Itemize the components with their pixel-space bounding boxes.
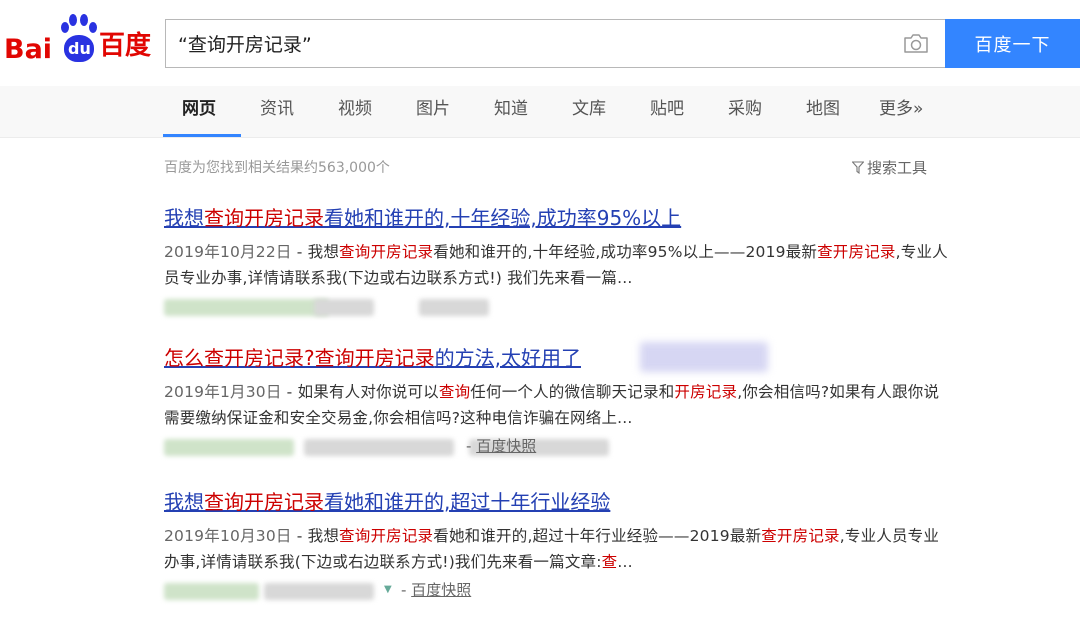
highlighted-keyword: 查询开房记录 bbox=[339, 527, 434, 545]
highlighted-keyword: 查 bbox=[601, 553, 618, 571]
text-segment: - 如果有人对你说可以 bbox=[281, 383, 439, 401]
logo-cn-text: 百度 bbox=[99, 31, 152, 61]
logo-du-text: du bbox=[68, 39, 91, 58]
tab-tieba[interactable]: 贴吧 bbox=[650, 98, 684, 136]
highlighted-keyword: 查询 bbox=[438, 383, 471, 401]
tab-purchase[interactable]: 采购 bbox=[728, 98, 762, 136]
tab-wenku[interactable]: 文库 bbox=[572, 98, 606, 136]
highlighted-keyword: 查询开房记录 bbox=[339, 243, 434, 261]
result-date: 2019年10月22日 bbox=[164, 243, 292, 261]
text-segment: - 我想 bbox=[291, 243, 340, 261]
text-segment: 任何一个人的微信聊天记录和 bbox=[470, 383, 675, 401]
result-date: 2019年10月30日 bbox=[164, 527, 292, 545]
search-result: 怎么查开房记录?查询开房记录的方法,太好用了 2019年1月30日 - 如果有人… bbox=[164, 345, 954, 459]
logo-bai-text: Bai bbox=[4, 34, 53, 65]
result-title-link[interactable]: 我想查询开房记录看她和谁开的,超过十年行业经验 bbox=[164, 489, 954, 515]
tab-images[interactable]: 图片 bbox=[416, 98, 450, 136]
highlighted-keyword: 查询开房记录 bbox=[204, 490, 324, 514]
blurred-url bbox=[304, 439, 454, 456]
result-abstract: 2019年10月22日 - 我想查询开房记录看她和谁开的,十年经验,成功率95%… bbox=[164, 239, 954, 291]
text-segment: - 我想 bbox=[291, 527, 340, 545]
text-segment: ... bbox=[617, 553, 633, 571]
tab-video[interactable]: 视频 bbox=[338, 98, 372, 136]
highlighted-keyword: 怎么查开房记录?查询开房记录 bbox=[164, 346, 435, 370]
result-title-link[interactable]: 我想查询开房记录看她和谁开的,十年经验,成功率95%以上 bbox=[164, 205, 954, 231]
active-tab-indicator bbox=[163, 134, 241, 137]
snapshot-link[interactable]: - 百度快照 bbox=[466, 435, 536, 456]
paw-icon: du bbox=[61, 13, 97, 63]
search-tools-button[interactable]: 搜索工具 bbox=[852, 157, 927, 178]
blurred-url bbox=[419, 299, 489, 316]
search-box bbox=[165, 19, 945, 68]
nav-tabs: 网页 资讯 视频 图片 知道 文库 贴吧 采购 地图 更多» bbox=[0, 86, 1080, 138]
text-segment: 我想 bbox=[164, 206, 204, 230]
result-url-row bbox=[164, 295, 954, 319]
search-tools-label: 搜索工具 bbox=[867, 159, 928, 177]
highlighted-keyword: 查开房记录 bbox=[817, 243, 896, 261]
result-abstract: 2019年1月30日 - 如果有人对你说可以查询任何一个人的微信聊天记录和开房记… bbox=[164, 379, 954, 431]
highlighted-keyword: 查询开房记录 bbox=[204, 206, 324, 230]
tab-news[interactable]: 资讯 bbox=[260, 98, 294, 136]
blurred-url bbox=[164, 583, 259, 600]
snapshot-link[interactable]: - 百度快照 bbox=[401, 579, 471, 600]
camera-icon[interactable] bbox=[903, 33, 929, 54]
search-button[interactable]: 百度一下 bbox=[945, 19, 1080, 68]
baidu-logo[interactable]: Bai du 百度 bbox=[4, 10, 154, 70]
text-segment: 看她和谁开的,超过十年行业经验——2019最新 bbox=[433, 527, 762, 545]
search-result: 我想查询开房记录看她和谁开的,超过十年行业经验 2019年10月30日 - 我想… bbox=[164, 489, 954, 603]
blurred-overlay bbox=[640, 342, 768, 372]
text-segment: 看她和谁开的,十年经验,成功率95%以上 bbox=[324, 206, 682, 230]
highlighted-keyword: 开房记录 bbox=[674, 383, 738, 401]
search-result: 我想查询开房记录看她和谁开的,十年经验,成功率95%以上 2019年10月22日… bbox=[164, 205, 954, 319]
text-segment: 我想 bbox=[164, 490, 204, 514]
result-count: 百度为您找到相关结果约563,000个 bbox=[164, 160, 390, 176]
text-segment: 看她和谁开的,超过十年行业经验 bbox=[324, 490, 611, 514]
result-abstract: 2019年10月30日 - 我想查询开房记录看她和谁开的,超过十年行业经验——2… bbox=[164, 523, 954, 575]
chevron-down-icon[interactable]: ▼ bbox=[384, 584, 392, 595]
blurred-url bbox=[164, 299, 329, 316]
result-url-row: - 百度快照 bbox=[164, 435, 954, 459]
tab-map[interactable]: 地图 bbox=[806, 98, 840, 136]
text-segment: 看她和谁开的,十年经验,成功率95%以上——2019最新 bbox=[433, 243, 818, 261]
highlighted-keyword: 查开房记录 bbox=[761, 527, 840, 545]
header: Bai du 百度 百度一下 bbox=[0, 0, 1080, 88]
tab-more[interactable]: 更多» bbox=[879, 98, 923, 136]
search-input[interactable] bbox=[178, 20, 878, 67]
blurred-url bbox=[314, 299, 374, 316]
tab-web[interactable]: 网页 bbox=[182, 98, 216, 136]
tab-zhidao[interactable]: 知道 bbox=[494, 98, 528, 136]
blurred-url bbox=[264, 583, 374, 600]
result-title-link[interactable]: 怎么查开房记录?查询开房记录的方法,太好用了 bbox=[164, 345, 954, 371]
result-date: 2019年1月30日 bbox=[164, 383, 282, 401]
text-segment: 的方法,太好用了 bbox=[434, 346, 581, 370]
blurred-url bbox=[164, 439, 294, 456]
result-url-row: ▼ - 百度快照 bbox=[164, 579, 954, 603]
funnel-icon bbox=[852, 161, 864, 174]
